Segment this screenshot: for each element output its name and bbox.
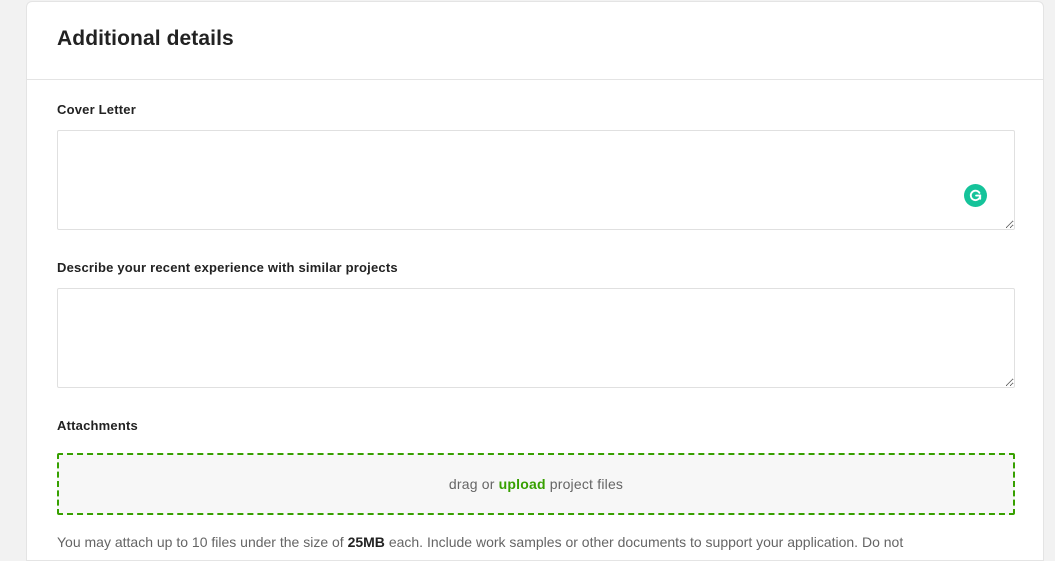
- dropzone-suffix: project files: [549, 476, 624, 492]
- grammarly-icon[interactable]: [964, 184, 987, 207]
- experience-textarea[interactable]: [57, 288, 1015, 388]
- attachments-dropzone[interactable]: drag or upload project files: [57, 453, 1015, 515]
- attachments-label: Attachments: [57, 418, 138, 433]
- upload-link[interactable]: upload: [499, 476, 546, 492]
- help-suffix: each. Include work samples or other docu…: [388, 534, 904, 550]
- attachments-help-text: You may attach up to 10 files under the …: [57, 534, 1015, 550]
- experience-label: Describe your recent experience with sim…: [57, 260, 398, 275]
- experience-wrapper: [57, 288, 1015, 388]
- cover-letter-textarea[interactable]: [57, 130, 1015, 230]
- cover-letter-wrapper: [57, 130, 1015, 230]
- additional-details-card: Additional details Cover Letter Describe…: [26, 1, 1044, 561]
- section-title: Additional details: [57, 27, 234, 50]
- help-size: 25MB: [347, 534, 385, 550]
- card-body: Cover Letter Describe your recent experi…: [27, 80, 1043, 550]
- help-prefix: You may attach up to 10 files under the …: [57, 534, 344, 550]
- card-header: Additional details: [27, 2, 1043, 80]
- grammarly-g-glyph: [969, 189, 982, 202]
- dropzone-prefix: drag or: [448, 476, 495, 492]
- cover-letter-label: Cover Letter: [57, 102, 136, 117]
